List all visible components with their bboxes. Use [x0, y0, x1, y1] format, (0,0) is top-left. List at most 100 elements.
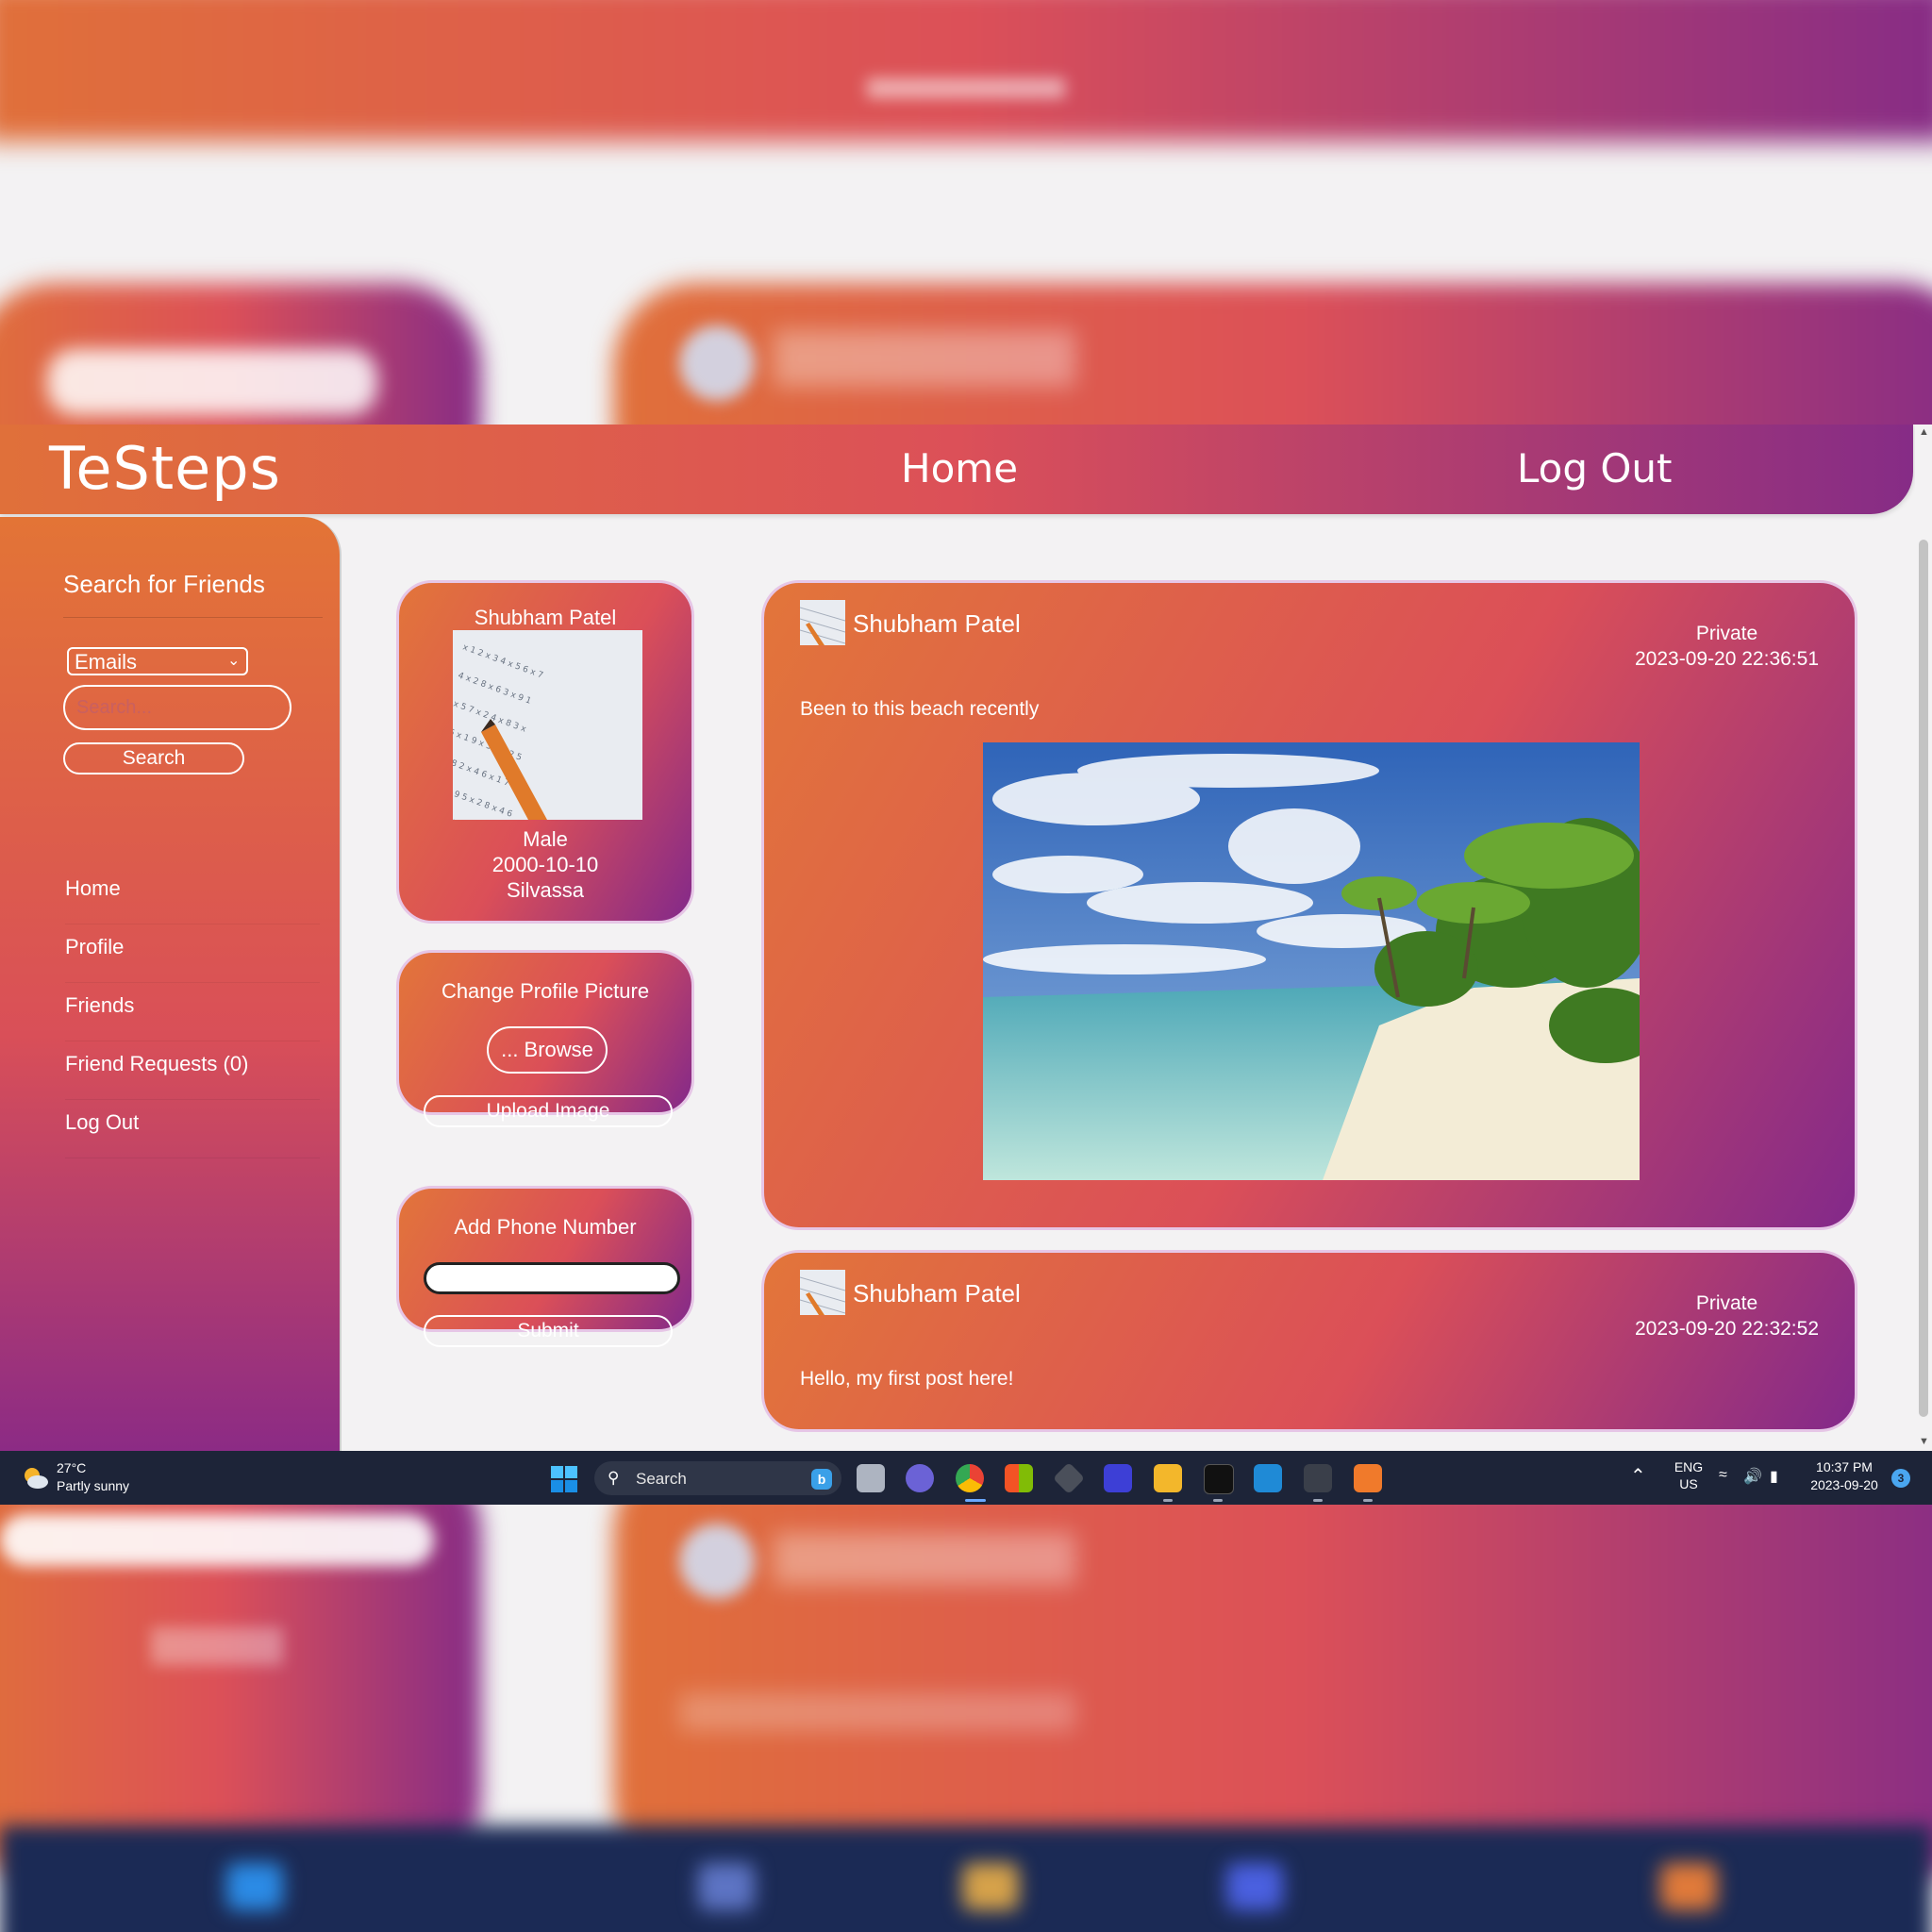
sidebar-item-friend-requests[interactable]: Friend Requests (0)	[65, 1041, 320, 1100]
phone-submit-button[interactable]: Submit	[424, 1315, 673, 1347]
region-indicator[interactable]: US	[1670, 1476, 1707, 1491]
post-meta: Private 2023-09-20 22:32:52	[1635, 1291, 1819, 1341]
sidebar-menu: Home Profile Friends Friend Requests (0)…	[65, 866, 320, 1158]
post-privacy: Private	[1695, 1292, 1758, 1314]
blurred-start	[226, 1863, 283, 1910]
blurred-background-top: ▬▬▬	[0, 0, 1932, 425]
browser-viewport: TeSteps Home Log Out ▲ ▼ Search for Frie…	[0, 425, 1932, 1505]
sidebar-title: Search for Friends	[63, 570, 265, 598]
profile-card: Shubham Patel x 1 2 x 3 4 x 5 6 x 7 4 x …	[396, 580, 694, 924]
profile-picture: x 1 2 x 3 4 x 5 6 x 7 4 x 2 8 x 6 3 x 9 …	[453, 630, 642, 820]
search-button[interactable]: Search	[63, 742, 244, 774]
volume-icon[interactable]: 🔊	[1743, 1467, 1762, 1486]
epic-games-icon[interactable]	[1204, 1464, 1234, 1494]
top-navbar: TeSteps Home Log Out	[0, 425, 1913, 514]
nav-logout-link[interactable]: Log Out	[1517, 445, 1673, 491]
terminal-icon[interactable]	[1304, 1464, 1332, 1492]
windows-taskbar: 27°C Partly sunny ⚲ Search b ⌃ ENG US ≈ …	[0, 1451, 1932, 1505]
store-icon[interactable]	[1005, 1464, 1033, 1492]
blurred-background-bottom	[0, 1505, 1932, 1932]
clock-date[interactable]: 2023-09-20	[1802, 1477, 1887, 1492]
blurred-button	[151, 1627, 283, 1665]
clock-time[interactable]: 10:37 PM	[1802, 1459, 1887, 1474]
post-privacy: Private	[1695, 623, 1758, 644]
task-view-icon[interactable]	[857, 1464, 885, 1492]
scroll-down-icon[interactable]: ▼	[1919, 1436, 1929, 1447]
blurred-avatar	[679, 1524, 755, 1599]
post-text: Hello, my first post here!	[800, 1368, 1014, 1390]
search-icon: ⚲	[608, 1469, 620, 1487]
post-author-avatar[interactable]	[800, 600, 845, 645]
file-explorer-icon[interactable]	[1154, 1464, 1182, 1492]
post-text: Been to this beach recently	[800, 698, 1040, 720]
battery-icon[interactable]: ▮	[1770, 1467, 1778, 1486]
change-picture-title: Change Profile Picture	[441, 979, 650, 1003]
post-timestamp: 2023-09-20 22:32:52	[1635, 1318, 1819, 1340]
active-app-indicator	[965, 1499, 986, 1502]
scroll-up-icon[interactable]: ▲	[1919, 426, 1929, 438]
browse-button[interactable]: ... Browse	[487, 1026, 608, 1074]
blurred-icon	[962, 1863, 1019, 1910]
blurred-search-bar	[0, 1514, 434, 1566]
chevron-down-icon: ⌄	[227, 653, 241, 669]
post-author-name[interactable]: Shubham Patel	[853, 1279, 1021, 1308]
notification-badge[interactable]: 3	[1891, 1469, 1910, 1488]
profile-name: Shubham Patel	[474, 606, 617, 629]
profile-gender: Male	[523, 827, 568, 851]
post-card: Shubham Patel Private 2023-09-20 22:36:5…	[761, 580, 1857, 1230]
post-author-name[interactable]: Shubham Patel	[853, 609, 1021, 639]
blurred-icon	[1660, 1863, 1717, 1910]
sidebar-item-friends[interactable]: Friends	[65, 983, 320, 1041]
weather-condition[interactable]: Partly sunny	[57, 1478, 129, 1493]
blurred-search-bar	[47, 349, 377, 415]
profile-city: Silvassa	[507, 878, 584, 902]
search-filter-select[interactable]: Emails	[67, 647, 248, 675]
profile-info: Male 2000-10-10 Silvassa	[399, 826, 691, 903]
scrollbar-thumb[interactable]	[1919, 540, 1928, 1417]
upload-image-button[interactable]: Upload Image	[424, 1095, 673, 1127]
sidebar: Search for Friends Emails ⌄ Search Home …	[0, 517, 341, 1460]
blurred-icon	[698, 1863, 755, 1910]
chevron-up-icon[interactable]: ⌃	[1630, 1464, 1646, 1488]
running-app-indicator	[1363, 1499, 1373, 1502]
post-meta: Private 2023-09-20 22:36:51	[1635, 621, 1819, 672]
page-scrollbar[interactable]: ▲ ▼	[1915, 425, 1932, 1451]
profile-birthdate: 2000-10-10	[491, 853, 599, 876]
nav-home-link[interactable]: Home	[901, 445, 1018, 491]
sidebar-divider	[63, 617, 323, 618]
post-image	[983, 742, 1640, 1180]
sidebar-item-logout[interactable]: Log Out	[65, 1100, 320, 1158]
bing-icon[interactable]: b	[811, 1469, 832, 1490]
brand-logo[interactable]: TeSteps	[49, 434, 281, 503]
search-input[interactable]	[63, 685, 291, 730]
sidebar-item-home[interactable]: Home	[65, 866, 320, 924]
add-phone-card: Add Phone Number Submit	[396, 1186, 694, 1347]
weather-temperature[interactable]: 27°C	[57, 1460, 86, 1475]
teams-chat-icon[interactable]	[906, 1464, 934, 1492]
weather-partly-sunny-icon[interactable]	[21, 1464, 49, 1492]
blurred-name	[774, 330, 1075, 387]
wifi-icon[interactable]: ≈	[1719, 1467, 1727, 1484]
xampp-icon[interactable]	[1354, 1464, 1382, 1492]
blurred-nav-text: ▬▬▬	[867, 39, 1065, 112]
unity-icon[interactable]	[1053, 1462, 1085, 1494]
chrome-icon[interactable]	[956, 1464, 984, 1492]
start-icon[interactable]	[551, 1466, 577, 1492]
blurred-text	[679, 1693, 1075, 1731]
blurred-icon	[1226, 1863, 1283, 1910]
app-icon[interactable]	[1104, 1464, 1132, 1492]
blurred-avatar	[679, 325, 755, 401]
phone-number-field[interactable]	[424, 1262, 680, 1294]
running-app-indicator	[1313, 1499, 1323, 1502]
vscode-icon[interactable]	[1254, 1464, 1282, 1492]
running-app-indicator	[1213, 1499, 1223, 1502]
post-card: Shubham Patel Private 2023-09-20 22:32:5…	[761, 1250, 1857, 1432]
sidebar-item-profile[interactable]: Profile	[65, 924, 320, 983]
running-app-indicator	[1163, 1499, 1173, 1502]
change-picture-card: Change Profile Picture ... Browse Upload…	[396, 950, 694, 1127]
post-timestamp: 2023-09-20 22:36:51	[1635, 648, 1819, 670]
post-author-avatar[interactable]	[800, 1270, 845, 1315]
blurred-name	[774, 1533, 1075, 1585]
language-indicator[interactable]: ENG	[1670, 1459, 1707, 1474]
taskbar-search-box[interactable]: ⚲ Search b	[594, 1461, 841, 1495]
